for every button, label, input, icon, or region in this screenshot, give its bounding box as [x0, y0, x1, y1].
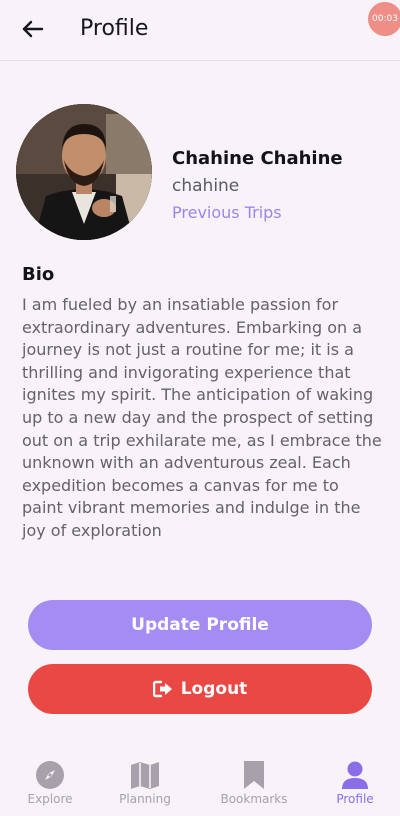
update-profile-label: Update Profile [131, 615, 269, 635]
app-bar: Profile [0, 0, 400, 61]
logout-label: Logout [180, 679, 248, 699]
arrow-left-icon [22, 20, 44, 38]
logout-button[interactable]: Logout [28, 664, 372, 714]
bottom-nav: Explore Planning Bookmarks Profile [0, 752, 400, 816]
nav-label-planning: Planning [119, 792, 171, 806]
nav-label-profile: Profile [336, 792, 374, 806]
person-icon [342, 761, 368, 789]
bio-text: I am fueled by an insatiable passion for… [22, 295, 382, 540]
profile-username: chahine [172, 176, 240, 196]
nav-label-bookmarks: Bookmarks [220, 792, 288, 806]
logout-icon [152, 680, 173, 698]
nav-item-planning[interactable]: Planning [95, 752, 195, 816]
map-icon [131, 762, 159, 789]
compass-icon [36, 761, 64, 789]
profile-name: Chahine Chahine [172, 148, 343, 169]
timer-badge: 00:03 [368, 2, 400, 36]
avatar [16, 104, 152, 240]
nav-item-bookmarks[interactable]: Bookmarks [204, 752, 304, 816]
bio-heading: Bio [22, 264, 55, 285]
bookmark-icon [244, 761, 264, 789]
update-profile-button[interactable]: Update Profile [28, 600, 372, 650]
nav-label-explore: Explore [27, 792, 73, 806]
nav-item-profile[interactable]: Profile [305, 752, 400, 816]
previous-trips-link[interactable]: Previous Trips [172, 201, 282, 225]
back-button[interactable] [18, 14, 48, 44]
nav-item-explore[interactable]: Explore [0, 752, 100, 816]
page-title: Profile [80, 16, 149, 41]
